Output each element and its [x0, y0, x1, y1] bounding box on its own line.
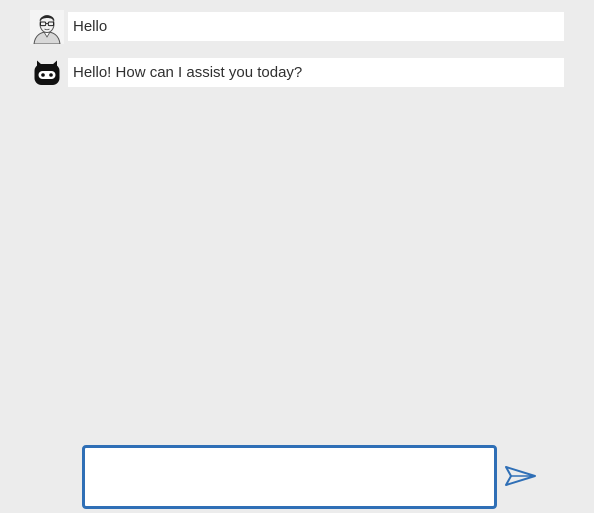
- robot-avatar-icon: [30, 56, 64, 90]
- user-message: Hello: [30, 9, 564, 44]
- send-icon: [503, 464, 537, 488]
- message-input[interactable]: [82, 445, 497, 509]
- send-button[interactable]: [500, 458, 540, 494]
- message-bubble: Hello! How can I assist you today?: [68, 58, 564, 87]
- chat-log: Hello Hello! How can I assist you today?: [30, 9, 564, 104]
- bot-message: Hello! How can I assist you today?: [30, 58, 564, 87]
- message-bubble: Hello: [68, 12, 564, 41]
- user-avatar-icon: [30, 9, 64, 44]
